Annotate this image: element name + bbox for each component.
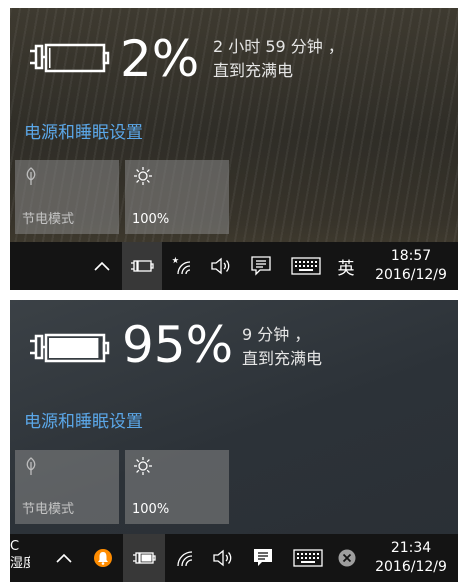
taskbar-clock[interactable]: 21:34 2016/12/9	[368, 534, 454, 582]
clock-time: 18:57	[390, 248, 432, 264]
brightness-tile[interactable]: 100%	[125, 450, 229, 524]
time-to-full-line1: 9 分钟 ，	[242, 325, 311, 344]
dismiss-button[interactable]	[332, 534, 362, 582]
volume-tray-button[interactable]	[206, 534, 240, 582]
battery-saver-label: 节电模式	[22, 212, 75, 227]
touch-keyboard-button[interactable]	[286, 242, 326, 290]
show-hidden-icons-button[interactable]	[48, 534, 80, 582]
action-center-button[interactable]	[244, 242, 278, 290]
time-to-full-line2: 直到充满电	[213, 61, 294, 80]
weather-widget-edge[interactable]: C 湿度	[10, 538, 30, 572]
keyboard-icon	[291, 257, 321, 275]
volume-tray-button[interactable]	[204, 242, 238, 290]
power-sleep-settings-link[interactable]: 电源和睡眠设置	[24, 118, 143, 143]
close-circle-icon	[338, 549, 356, 567]
weather-edge-line1: C	[10, 539, 20, 554]
volume-icon	[211, 257, 230, 275]
battery-icon	[131, 260, 154, 272]
time-to-full-line2: 直到充满电	[242, 349, 323, 368]
battery-percent: 2%	[120, 30, 200, 88]
battery-icon	[133, 552, 156, 564]
brightness-tile[interactable]: 100%	[125, 160, 229, 234]
taskbar-clock[interactable]: 18:57 2016/12/9	[368, 242, 454, 290]
brightness-label: 100%	[132, 502, 170, 517]
ime-indicator: 英	[337, 258, 355, 279]
battery-flyout-bottom: 95% 9 分钟 ， 直到充满电 电源和睡眠设置 节电模式 100% C 湿度	[10, 300, 458, 582]
taskbar: 英 18:57 2016/12/9	[10, 242, 458, 290]
volume-icon	[213, 549, 232, 567]
clock-time: 21:34	[390, 540, 432, 556]
leaf-icon	[26, 167, 36, 185]
brightness-sun-icon	[134, 167, 152, 185]
brightness-label: 100%	[132, 212, 170, 227]
touch-keyboard-button[interactable]	[288, 534, 328, 582]
battery-tray-button[interactable]	[123, 534, 165, 582]
leaf-icon	[26, 457, 36, 475]
network-tray-button[interactable]	[168, 534, 202, 582]
time-to-full: 2 小时 59 分钟 ， 直到充满电	[213, 35, 344, 83]
clock-date: 2016/12/9	[375, 559, 447, 575]
action-center-icon	[254, 549, 272, 566]
weather-edge-line2: 湿度	[10, 556, 30, 571]
wifi-icon	[172, 256, 191, 275]
taskbar: C 湿度 21:34 2016/12/9	[10, 534, 458, 582]
battery-saver-tile[interactable]: 节电模式	[15, 450, 119, 524]
battery-saver-label: 节电模式	[22, 502, 75, 517]
battery-plug-icon	[30, 43, 110, 73]
battery-percent: 95%	[122, 316, 234, 374]
power-sleep-settings-link[interactable]: 电源和睡眠设置	[24, 407, 143, 432]
chevron-up-icon	[94, 261, 110, 271]
clock-date: 2016/12/9	[375, 267, 447, 283]
battery-flyout-top: 2% 2 小时 59 分钟 ， 直到充满电 电源和睡眠设置 节电模式 100%	[10, 8, 458, 290]
show-hidden-icons-button[interactable]	[86, 242, 118, 290]
notification-app-button[interactable]	[86, 534, 120, 582]
notification-app-icon	[94, 549, 112, 567]
keyboard-icon	[293, 549, 323, 567]
time-to-full-line1: 2 小时 59 分钟 ，	[213, 37, 344, 56]
battery-plug-icon	[30, 333, 110, 363]
input-method-button[interactable]: 英	[330, 242, 362, 290]
battery-saver-tile[interactable]: 节电模式	[15, 160, 119, 234]
action-center-button[interactable]	[246, 534, 280, 582]
battery-tray-button[interactable]	[122, 242, 162, 290]
chevron-up-icon	[56, 553, 72, 563]
action-center-icon	[251, 256, 271, 276]
network-tray-button[interactable]	[166, 242, 200, 290]
wifi-icon	[177, 551, 193, 567]
brightness-sun-icon	[134, 457, 152, 475]
time-to-full: 9 分钟 ， 直到充满电	[242, 323, 322, 371]
